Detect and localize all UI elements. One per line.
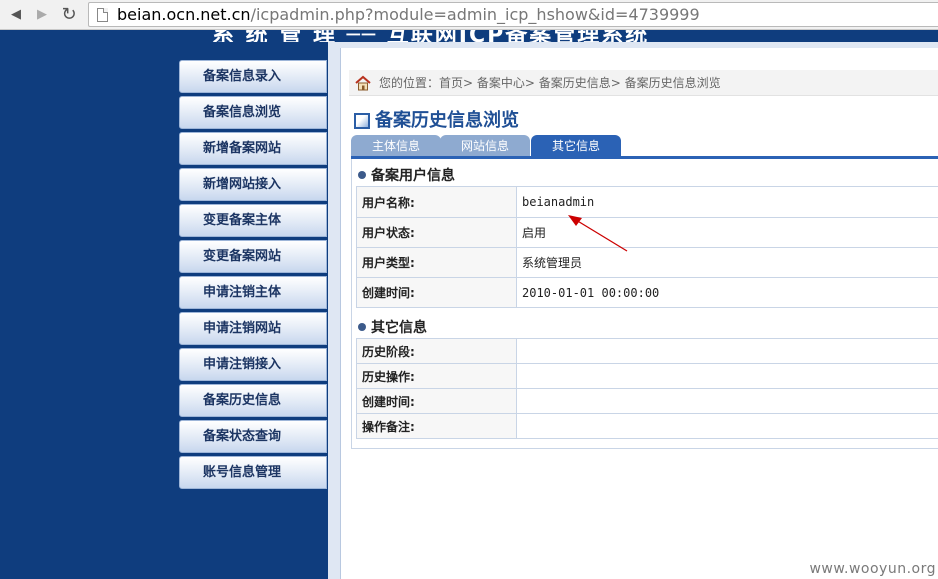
row-label: 历史操作: — [356, 363, 517, 389]
home-icon[interactable] — [355, 75, 371, 91]
breadcrumb-text: 您的位置：首页> 备案中心> 备案历史信息> 备案历史信息浏览 — [379, 76, 721, 90]
reload-icon[interactable]: ↻ — [59, 5, 79, 25]
sidebar-item-account[interactable]: 账号信息管理 — [179, 456, 327, 489]
sidebar-item-record-browse[interactable]: 备案信息浏览 — [179, 96, 327, 129]
operation-note-value — [516, 413, 938, 439]
bullet-icon — [358, 323, 366, 331]
page-title: 备案历史信息浏览 — [375, 110, 519, 131]
main-area: 您的位置：首页> 备案中心> 备案历史信息> 备案历史信息浏览 备案历史信息浏览… — [328, 42, 938, 579]
table-row: 创建时间: — [356, 388, 938, 414]
sidebar-item-cancel-site[interactable]: 申请注销网站 — [179, 312, 327, 345]
row-label: 用户名称: — [356, 186, 517, 218]
row-label: 操作备注: — [356, 413, 517, 439]
table-row: 用户类型: 系统管理员 — [356, 247, 938, 278]
sidebar-item-add-site[interactable]: 新增备案网站 — [179, 132, 327, 165]
address-bar[interactable]: beian.ocn.net.cn/icpadmin.php?module=adm… — [88, 2, 938, 27]
section-title-other-text: 其它信息 — [371, 320, 427, 336]
site-title: 系 统 管 理 ── 互联网ICP备案管理系统 — [212, 30, 649, 42]
title-icon — [354, 113, 370, 129]
browser-toolbar: ◀ ▶ ↻ beian.ocn.net.cn/icpadmin.php?modu… — [0, 0, 938, 30]
row-label: 历史阶段: — [356, 338, 517, 364]
watermark: www.wooyun.org — [809, 561, 936, 577]
back-arrow-icon[interactable]: ◀ — [6, 5, 26, 25]
sidebar-item-status-query[interactable]: 备案状态查询 — [179, 420, 327, 453]
table-row: 用户状态: 启用 — [356, 217, 938, 248]
site-header: 系 统 管 理 ── 互联网ICP备案管理系统 — [0, 30, 938, 42]
table-row: 历史阶段: — [356, 338, 938, 364]
created-time-value: 2010-01-01 00:00:00 — [516, 277, 938, 308]
row-label: 用户类型: — [356, 247, 517, 278]
username-value: beianadmin — [516, 186, 938, 218]
sidebar-item-cancel-subject[interactable]: 申请注销主体 — [179, 276, 327, 309]
section-title-user-text: 备案用户信息 — [371, 168, 455, 184]
tab-site-info[interactable]: 网站信息 — [440, 135, 530, 157]
row-label: 创建时间: — [356, 388, 517, 414]
page-icon — [97, 8, 108, 22]
row-label: 创建时间: — [356, 277, 517, 308]
table-row: 历史操作: — [356, 363, 938, 389]
bullet-icon — [358, 171, 366, 179]
table-row: 操作备注: — [356, 413, 938, 439]
forward-arrow-icon[interactable]: ▶ — [32, 5, 52, 25]
sidebar-item-cancel-access[interactable]: 申请注销接入 — [179, 348, 327, 381]
user-info-table: 用户名称: beianadmin 用户状态: 启用 用户类型: 系统管理员 创建… — [356, 186, 938, 308]
row-label: 用户状态: — [356, 217, 517, 248]
url-text[interactable]: beian.ocn.net.cn/icpadmin.php?module=adm… — [117, 4, 700, 26]
sidebar-item-record-entry[interactable]: 备案信息录入 — [179, 60, 327, 93]
section-title-user: 备案用户信息 — [358, 165, 455, 185]
section-title-other: 其它信息 — [358, 317, 427, 337]
tab-bar: 主体信息 网站信息 其它信息 — [351, 135, 938, 157]
tab-content: 备案用户信息 用户名称: beianadmin 用户状态: 启用 用户类型: 系… — [351, 159, 938, 449]
sidebar-item-history[interactable]: 备案历史信息 — [179, 384, 327, 417]
tab-other-info[interactable]: 其它信息 — [531, 135, 621, 157]
other-info-table: 历史阶段: 历史操作: 创建时间: 操作备注: — [356, 338, 938, 439]
sidebar: 备案信息录入 备案信息浏览 新增备案网站 新增网站接入 变更备案主体 变更备案网… — [0, 42, 328, 579]
user-status-value: 启用 — [516, 217, 938, 248]
main-panel: 您的位置：首页> 备案中心> 备案历史信息> 备案历史信息浏览 备案历史信息浏览… — [340, 48, 938, 579]
table-row: 创建时间: 2010-01-01 00:00:00 — [356, 277, 938, 308]
history-created-value — [516, 388, 938, 414]
history-stage-value — [516, 338, 938, 364]
table-row: 用户名称: beianadmin — [356, 186, 938, 218]
url-host: beian.ocn.net.cn — [117, 5, 251, 24]
breadcrumb: 您的位置：首页> 备案中心> 备案历史信息> 备案历史信息浏览 — [349, 70, 938, 96]
sidebar-item-add-access[interactable]: 新增网站接入 — [179, 168, 327, 201]
sidebar-item-change-site[interactable]: 变更备案网站 — [179, 240, 327, 273]
history-operation-value — [516, 363, 938, 389]
url-path: /icpadmin.php?module=admin_icp_hshow&id=… — [250, 5, 700, 24]
sidebar-item-change-subject[interactable]: 变更备案主体 — [179, 204, 327, 237]
user-type-value: 系统管理员 — [516, 247, 938, 278]
tab-subject-info[interactable]: 主体信息 — [351, 135, 441, 157]
